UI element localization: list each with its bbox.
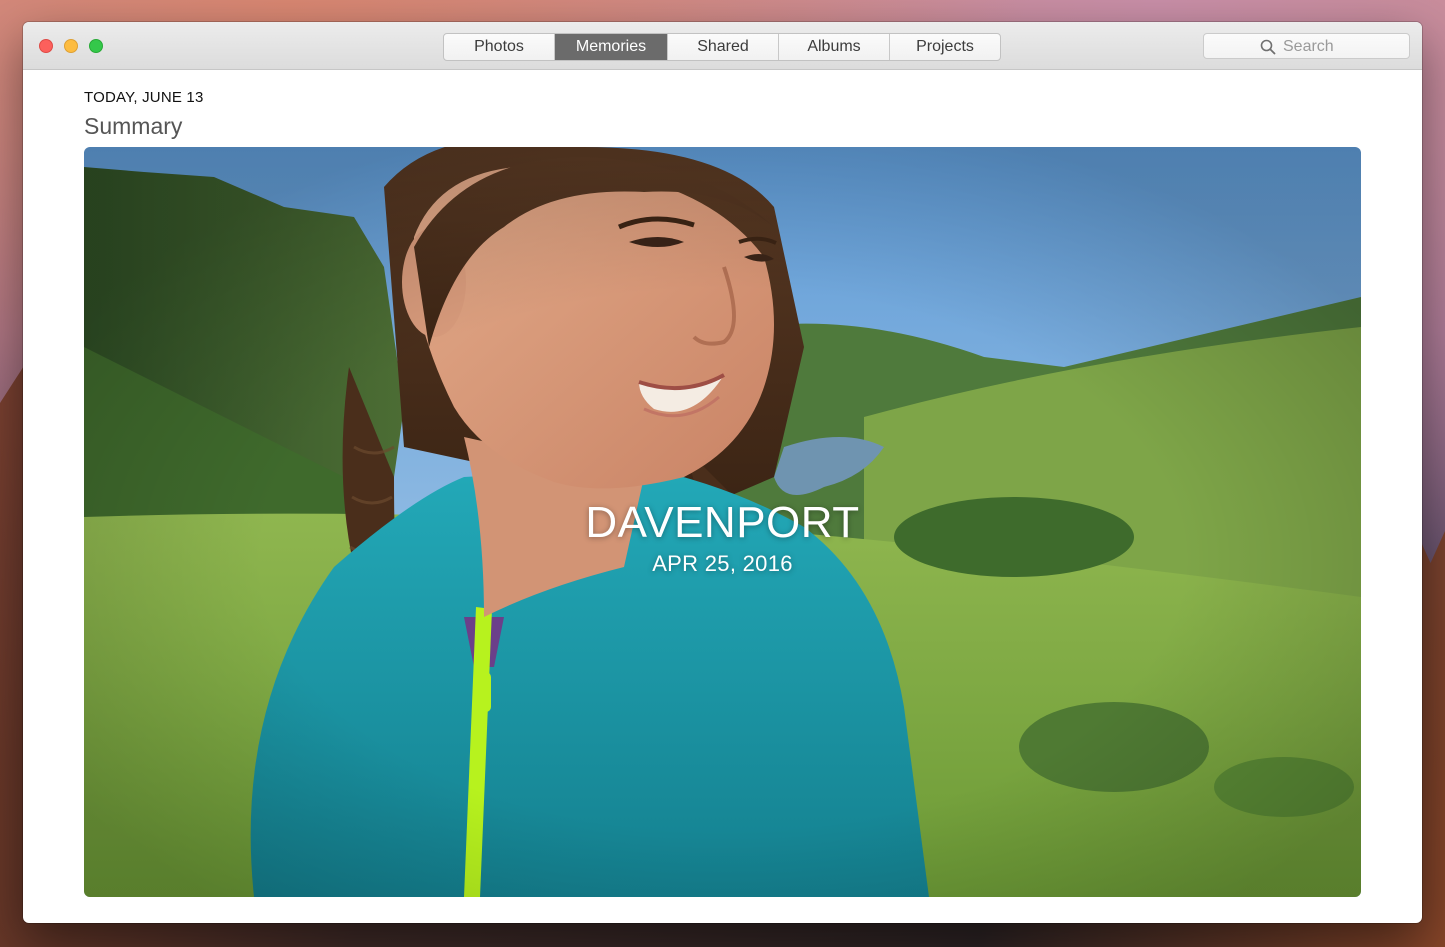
minimize-button[interactable] [64,39,78,53]
search-icon [1260,39,1276,55]
memory-overlay: DAVENPORT APR 25, 2016 [84,497,1361,577]
tab-shared[interactable]: Shared [668,34,779,60]
tab-projects[interactable]: Projects [890,34,1000,60]
tab-photos[interactable]: Photos [444,34,555,60]
titlebar: Photos Memories Shared Albums Projects S… [23,22,1422,70]
photos-window: Photos Memories Shared Albums Projects S… [23,22,1422,923]
tab-albums[interactable]: Albums [779,34,890,60]
close-button[interactable] [39,39,53,53]
memory-title: DAVENPORT [585,498,860,547]
section-title: Summary [84,113,183,139]
search-placeholder: Search [1283,38,1334,55]
search-field[interactable]: Search [1203,33,1410,59]
memory-card[interactable]: DAVENPORT APR 25, 2016 [84,147,1361,897]
date-header: TODAY, JUNE 13 [84,89,204,106]
memory-date: APR 25, 2016 [652,551,793,576]
tab-memories[interactable]: Memories [555,34,668,60]
view-tabs: Photos Memories Shared Albums Projects [443,33,1001,61]
zoom-button[interactable] [89,39,103,53]
